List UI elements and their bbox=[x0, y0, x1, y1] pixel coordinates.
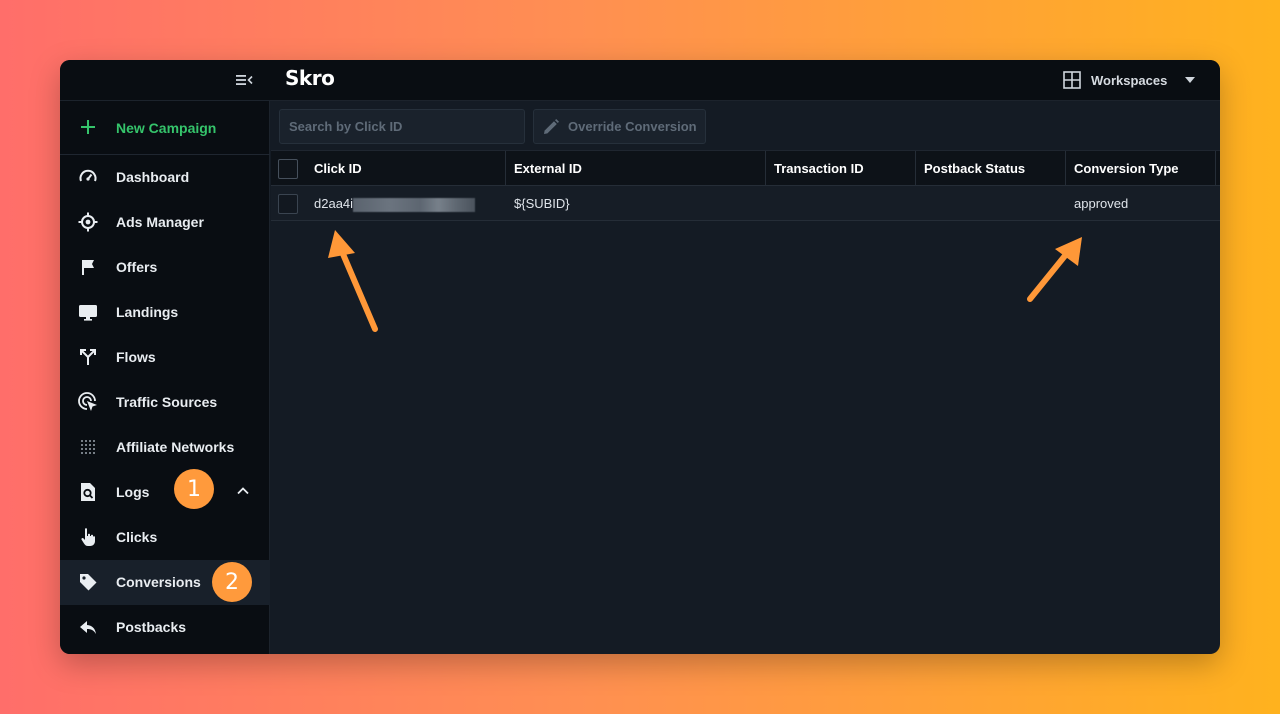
select-all-checkbox[interactable] bbox=[278, 159, 298, 179]
sidebar-item-ads-manager[interactable]: Ads Manager bbox=[60, 200, 270, 245]
column-header-click-id[interactable]: Click ID bbox=[306, 151, 506, 186]
new-campaign-label: New Campaign bbox=[116, 120, 217, 136]
column-header-external-id[interactable]: External ID bbox=[506, 151, 766, 186]
column-header-conversion-type[interactable]: Conversion Type bbox=[1066, 151, 1216, 186]
sidebar-item-offers[interactable]: Offers bbox=[60, 245, 270, 290]
monitor-icon bbox=[78, 302, 98, 322]
tag-icon bbox=[78, 572, 98, 592]
column-header-postback-status[interactable]: Postback Status bbox=[916, 151, 1066, 186]
sidebar-item-label: Landings bbox=[116, 304, 179, 320]
sidebar-item-clicks[interactable]: Clicks bbox=[60, 515, 270, 560]
chevron-up-icon[interactable] bbox=[236, 484, 250, 498]
log-search-icon bbox=[78, 482, 98, 502]
sidebar-item-landings[interactable]: Landings bbox=[60, 290, 270, 335]
transaction-id-cell bbox=[766, 186, 916, 221]
workspaces-dropdown[interactable]: Workspaces bbox=[1063, 67, 1196, 93]
caret-down-icon bbox=[1185, 77, 1196, 83]
pencil-icon bbox=[544, 118, 559, 134]
click-id-cell: d2aa4i bbox=[306, 186, 506, 221]
plus-icon bbox=[81, 120, 95, 134]
target-icon bbox=[78, 212, 98, 232]
postback-status-cell bbox=[916, 186, 1066, 221]
annotation-arrow-icon bbox=[1027, 237, 1082, 302]
sidebar-item-label: Flows bbox=[116, 349, 156, 365]
toolbar: Override Conversion bbox=[271, 101, 1220, 151]
gauge-icon bbox=[78, 167, 98, 187]
sidebar-item-label: Postbacks bbox=[116, 619, 187, 635]
sidebar-item-label: Offers bbox=[116, 259, 158, 275]
search-input[interactable] bbox=[279, 109, 525, 144]
table-header: Click ID External ID Transaction ID Post… bbox=[271, 151, 1220, 186]
redacted-blur bbox=[353, 197, 476, 212]
flag-icon bbox=[78, 257, 98, 277]
sidebar-item-label: Conversions bbox=[116, 574, 201, 590]
click-id-value: d2aa4i bbox=[314, 196, 354, 211]
sidebar-item-logs[interactable]: Logs bbox=[60, 470, 270, 515]
column-header-transaction-id[interactable]: Transaction ID bbox=[766, 151, 916, 186]
external-id-cell: ${SUBID} bbox=[514, 196, 570, 211]
sidebar-item-label: Logs bbox=[116, 484, 150, 500]
collapse-sidebar-icon[interactable] bbox=[232, 68, 256, 92]
override-conversion-label: Override Conversion bbox=[568, 119, 697, 134]
conversion-type-cell: approved bbox=[1074, 196, 1129, 211]
row-checkbox[interactable] bbox=[278, 194, 298, 214]
sidebar-item-label: Clicks bbox=[116, 529, 158, 545]
annotation-badge-1: 1 bbox=[174, 469, 214, 509]
table-row[interactable]: d2aa4i ${SUBID} approved bbox=[271, 186, 1220, 221]
new-campaign-button[interactable]: New Campaign bbox=[60, 101, 270, 155]
grid-icon bbox=[1063, 71, 1081, 89]
cursor-click-icon bbox=[78, 392, 98, 412]
workspaces-label: Workspaces bbox=[1091, 72, 1168, 88]
sidebar-item-traffic-sources[interactable]: Traffic Sources bbox=[60, 380, 270, 425]
sidebar-item-label: Affiliate Networks bbox=[116, 439, 235, 455]
annotation-badge-2: 2 bbox=[212, 562, 252, 602]
hand-pointer-icon bbox=[78, 527, 98, 547]
override-conversion-button[interactable]: Override Conversion bbox=[533, 109, 706, 144]
sidebar-item-label: Traffic Sources bbox=[116, 394, 218, 410]
app-logo[interactable]: Skro bbox=[285, 66, 335, 90]
sidebar-item-postbacks[interactable]: Postbacks bbox=[60, 605, 270, 650]
sidebar-item-label: Dashboard bbox=[116, 169, 190, 185]
split-arrows-icon bbox=[78, 347, 98, 367]
sidebar-item-affiliate-networks[interactable]: Affiliate Networks bbox=[60, 425, 270, 470]
sidebar-item-label: Ads Manager bbox=[116, 214, 204, 230]
annotation-arrow-icon bbox=[328, 230, 378, 332]
conversions-table: Click ID External ID Transaction ID Post… bbox=[271, 151, 1220, 221]
top-bar: Skro Workspaces bbox=[60, 60, 1220, 101]
dots-grid-icon bbox=[78, 437, 98, 457]
sidebar-item-dashboard[interactable]: Dashboard bbox=[60, 155, 270, 200]
reply-icon bbox=[78, 617, 98, 637]
sidebar-item-flows[interactable]: Flows bbox=[60, 335, 270, 380]
